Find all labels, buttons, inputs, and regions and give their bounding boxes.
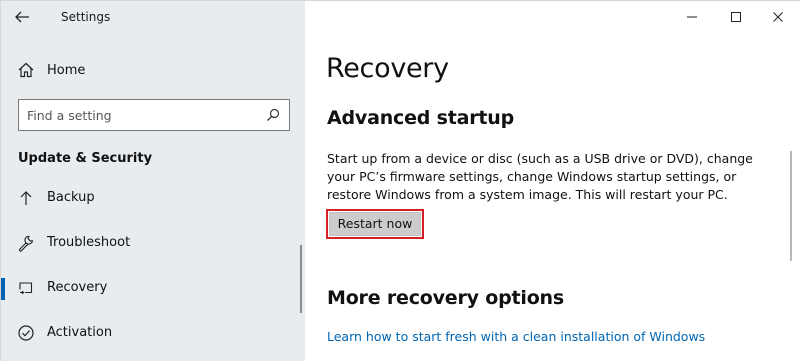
nav-home[interactable]: Home: [1, 57, 305, 85]
page-title: Recovery: [326, 53, 449, 84]
back-button[interactable]: [11, 7, 33, 27]
main-scrollbar[interactable]: [790, 151, 792, 261]
main-content: Recovery Advanced startup Start up from …: [305, 1, 800, 361]
sidebar-item-label: Activation: [47, 325, 113, 340]
maximize-icon: [731, 12, 741, 22]
minimize-icon: [687, 16, 697, 18]
advanced-startup-description: Start up from a device or disc (such as …: [327, 151, 753, 202]
home-icon: [18, 62, 34, 78]
clean-install-link[interactable]: Learn how to start fresh with a clean in…: [327, 329, 705, 344]
title-bar: Settings: [1, 1, 305, 33]
sidebar-item-activation[interactable]: Activation: [1, 315, 305, 351]
close-icon: [773, 12, 783, 22]
advanced-startup-heading: Advanced startup: [327, 107, 514, 129]
restart-now-button[interactable]: Restart now: [329, 212, 421, 236]
sidebar-item-backup[interactable]: Backup: [1, 180, 305, 216]
sidebar-item-label: Recovery: [47, 280, 108, 295]
maximize-button[interactable]: [713, 5, 759, 29]
sidebar-item-label: Troubleshoot: [47, 235, 131, 250]
minimize-button[interactable]: [669, 5, 715, 29]
sidebar: Settings Home Update & Security Backup: [1, 1, 305, 361]
sidebar-item-troubleshoot[interactable]: Troubleshoot: [1, 225, 305, 261]
search-box[interactable]: [18, 99, 290, 131]
sidebar-item-recovery[interactable]: Recovery: [1, 270, 305, 306]
search-icon[interactable]: [266, 108, 280, 122]
settings-window: Settings Home Update & Security Backup: [0, 0, 800, 361]
check-circle-icon: [18, 325, 34, 341]
sidebar-item-label: Backup: [47, 190, 95, 205]
arrow-up-icon: [20, 191, 32, 205]
more-recovery-options-heading: More recovery options: [327, 287, 564, 309]
app-title: Settings: [61, 10, 111, 24]
recovery-icon: [19, 282, 33, 295]
close-button[interactable]: [755, 5, 800, 29]
nav-home-label: Home: [47, 63, 86, 78]
selection-indicator: [1, 278, 5, 300]
search-input[interactable]: [27, 105, 257, 125]
wrench-icon: [18, 235, 34, 252]
sidebar-scrollbar[interactable]: [300, 245, 302, 313]
section-heading: Update & Security: [18, 151, 153, 166]
back-arrow-icon: [15, 11, 29, 23]
